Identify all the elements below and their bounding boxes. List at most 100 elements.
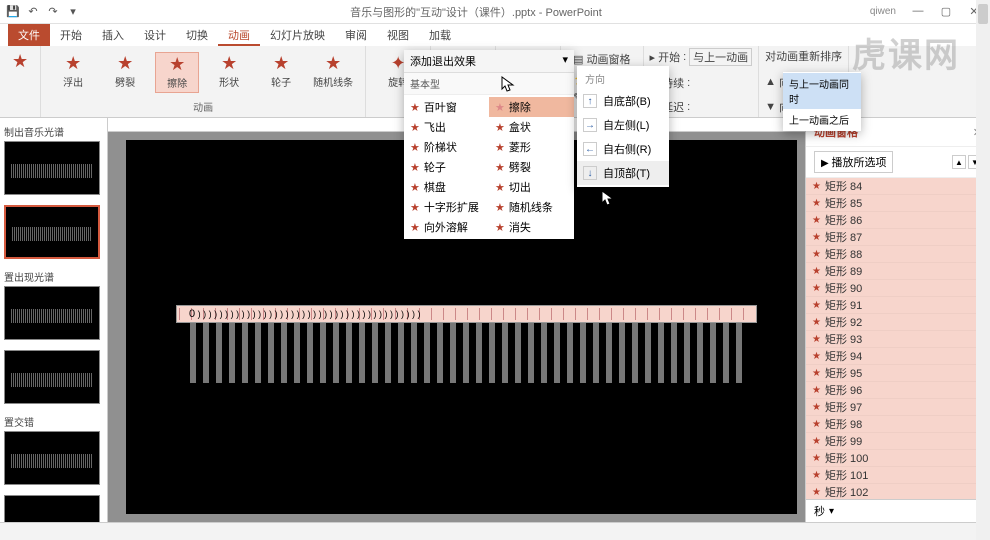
preview-button[interactable]: ★ [6,48,34,74]
popup-dropdown-icon[interactable]: ▾ [562,53,568,69]
minimize-icon[interactable]: — [906,5,930,18]
thumb-label-2: 置出现光谱 [4,269,103,284]
animation-item[interactable]: ★矩形 90 [806,280,990,297]
direction-popup: 方向 ↑自底部(B)→自左侧(L)←自右侧(R)↓自顶部(T) [577,66,669,187]
animation-item[interactable]: ★矩形 84 [806,178,990,195]
save-icon[interactable]: 💾 [4,3,22,21]
add-exit-effect-popup: 添加退出效果▾ 基本型 ★百叶窗★擦除★飞出★盒状★阶梯状★菱形★轮子★劈裂★棋… [404,50,574,239]
star-icon: ★ [410,101,420,114]
effect-option[interactable]: ★盒状 [489,117,574,137]
direction-arrow-icon: → [583,118,597,132]
star-icon: ★ [273,54,289,72]
star-icon: ★ [495,101,505,114]
quick-access-toolbar: 💾 ↶ ↷ ▾ [4,3,82,21]
effect-option[interactable]: ★擦除 [489,97,574,117]
animation-item[interactable]: ★矩形 99 [806,433,990,450]
arrow-down-sm-icon: ▼ [765,101,776,113]
gallery-item[interactable]: ★浮出 [51,52,95,93]
window-title: 音乐与图形的"互动"设计（课件）.pptx - PowerPoint [82,4,870,20]
move-up-button[interactable]: ▲ [952,155,966,169]
animation-item[interactable]: ★矩形 100 [806,450,990,467]
qat-more-icon[interactable]: ▾ [64,3,82,21]
star-icon: ★ [221,54,237,72]
tab-插入[interactable]: 插入 [92,24,134,46]
effect-option[interactable]: ★切出 [489,177,574,197]
direction-option[interactable]: ↑自底部(B) [577,89,669,113]
gallery-item[interactable]: ★劈裂 [103,52,147,93]
slide-thumbnail[interactable] [4,350,100,404]
star-icon: ★ [812,470,821,481]
redo-icon[interactable]: ↷ [44,3,62,21]
maximize-icon[interactable]: ▢ [934,5,958,18]
animation-item[interactable]: ★矩形 86 [806,212,990,229]
slide-thumbnail[interactable] [4,205,100,259]
direction-option[interactable]: ↓自顶部(T) [577,161,669,185]
effect-option[interactable]: ★棋盘 [404,177,489,197]
star-icon: ★ [410,181,420,194]
animation-item[interactable]: ★矩形 85 [806,195,990,212]
slide-thumbnail[interactable] [4,141,100,195]
animation-item[interactable]: ★矩形 91 [806,297,990,314]
gallery-item[interactable]: ★擦除 [155,52,199,93]
timeline-footer: 秒 ▾ [806,499,990,522]
slide-thumbnail[interactable] [4,495,100,522]
slide-thumbnail[interactable] [4,431,100,485]
slide-thumbnails: 制出音乐光谱 置出现光谱 置交错 [0,118,108,522]
effect-option[interactable]: ★阶梯状 [404,137,489,157]
tab-幻灯片放映[interactable]: 幻灯片放映 [260,24,335,46]
timing-option[interactable]: 上一动画之后 [783,109,861,130]
effect-option[interactable]: ★十字形扩展 [404,197,489,217]
scrollbar[interactable] [976,178,990,499]
selected-shape-group[interactable]: 0 ) ) ) ) ) ) ) ) ) ) ) ) ) ) ) ) ) ) ) … [176,305,757,323]
animation-item[interactable]: ★矩形 88 [806,246,990,263]
animation-item[interactable]: ★矩形 92 [806,314,990,331]
star-icon: ★ [410,221,420,234]
animation-item[interactable]: ★矩形 95 [806,365,990,382]
direction-arrow-icon: ← [583,142,597,156]
animation-pane: 动画窗格✕ ▶ 播放所选项 ▲▼ ★矩形 84★矩形 85★矩形 86★矩形 8… [805,118,990,522]
effect-option[interactable]: ★随机线条 [489,197,574,217]
tab-设计[interactable]: 设计 [134,24,176,46]
reorder-title: 对动画重新排序 [765,48,842,64]
effect-option[interactable]: ★劈裂 [489,157,574,177]
star-icon: ★ [410,201,420,214]
star-icon: ★ [325,54,341,72]
tab-视图[interactable]: 视图 [377,24,419,46]
effect-option[interactable]: ★轮子 [404,157,489,177]
effect-option[interactable]: ★向外溶解 [404,217,489,237]
effect-option[interactable]: ★菱形 [489,137,574,157]
tab-审阅[interactable]: 审阅 [335,24,377,46]
slide-thumbnail[interactable] [4,286,100,340]
animation-item[interactable]: ★矩形 102 [806,484,990,499]
animation-item[interactable]: ★矩形 93 [806,331,990,348]
effect-option[interactable]: ★飞出 [404,117,489,137]
animation-item[interactable]: ★矩形 97 [806,399,990,416]
effect-option[interactable]: ★消失 [489,217,574,237]
tab-file[interactable]: 文件 [8,24,50,46]
undo-icon[interactable]: ↶ [24,3,42,21]
animation-item[interactable]: ★矩形 101 [806,467,990,484]
animation-item[interactable]: ★矩形 87 [806,229,990,246]
direction-option[interactable]: →自左侧(L) [577,113,669,137]
animation-item[interactable]: ★矩形 96 [806,382,990,399]
direction-option[interactable]: ←自右侧(R) [577,137,669,161]
tab-加载[interactable]: 加载 [419,24,461,46]
play-selection-button[interactable]: ▶ 播放所选项 [814,151,893,173]
tab-开始[interactable]: 开始 [50,24,92,46]
animation-item[interactable]: ★矩形 89 [806,263,990,280]
animation-item[interactable]: ★矩形 98 [806,416,990,433]
start-value-dropdown[interactable]: 与上一动画 [689,48,752,66]
animation-item[interactable]: ★矩形 94 [806,348,990,365]
star-icon: ★ [812,249,821,260]
star-icon: ★ [495,161,505,174]
gallery-item[interactable]: ★形状 [207,52,251,93]
direction-arrow-icon: ↑ [583,94,597,108]
tab-切换[interactable]: 切换 [176,24,218,46]
ribbon-group-animation-gallery: ★浮出★劈裂★擦除★形状★轮子★随机线条 动画 [41,46,366,117]
star-icon: ★ [812,368,821,379]
timing-option[interactable]: 与上一动画同时 [783,73,861,109]
effect-option[interactable]: ★百叶窗 [404,97,489,117]
tab-动画[interactable]: 动画 [218,24,260,46]
gallery-item[interactable]: ★随机线条 [311,52,355,93]
gallery-item[interactable]: ★轮子 [259,52,303,93]
